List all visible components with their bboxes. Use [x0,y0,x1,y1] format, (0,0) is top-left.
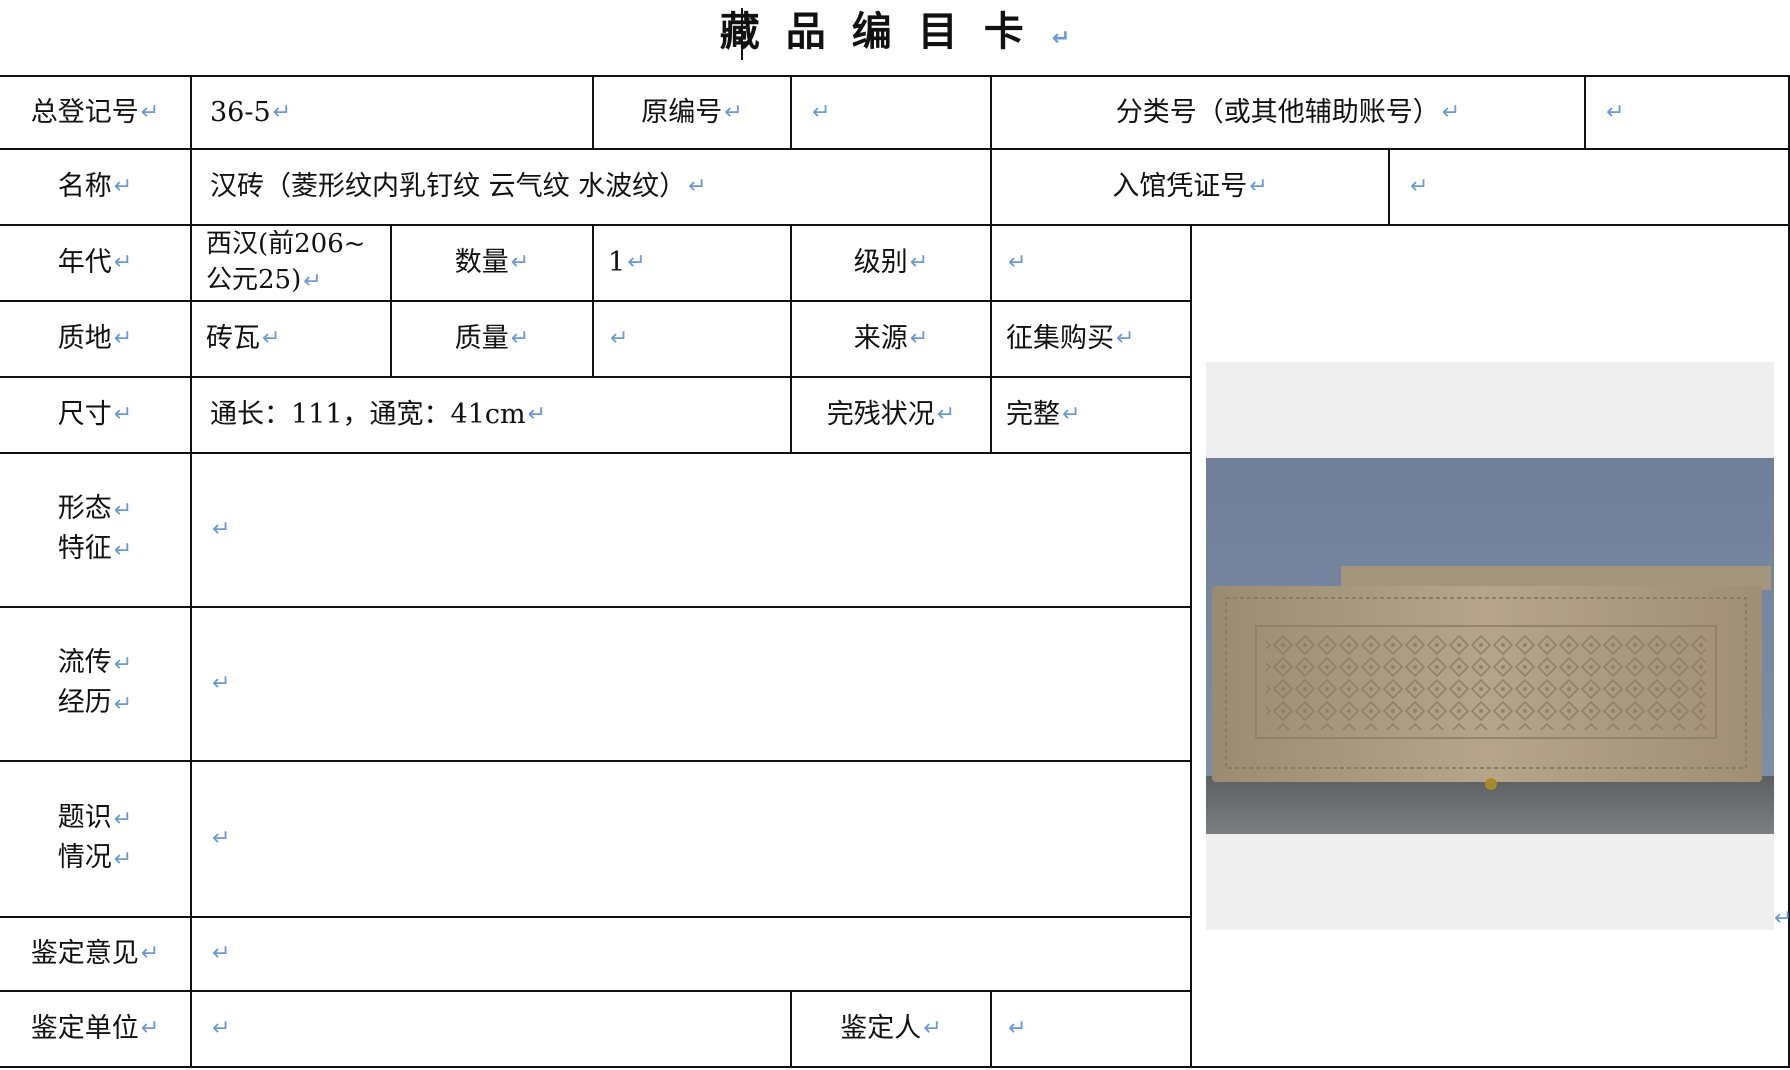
era-value-line1: 西汉(前206~ [206,229,366,259]
return-mark-icon: ↵ [1774,906,1790,931]
return-mark-icon: ↵ [113,807,133,832]
classification-label: 分类号（或其他辅助账号） ↵ [992,77,1584,148]
appraiser-value[interactable]: ↵ [992,992,1190,1066]
quantity-value[interactable]: 1 ↵ [594,226,790,300]
material-label: 质地 ↵ [0,302,190,376]
condition-label: 完残状况 ↵ [792,378,990,452]
return-mark-icon: ↵ [724,99,743,125]
return-mark-icon: ↵ [1062,402,1081,427]
return-mark-icon: ↵ [627,250,646,275]
return-mark-icon: ↵ [113,326,133,351]
return-mark-icon: ↵ [527,402,547,427]
return-mark-icon: ↵ [1008,250,1027,275]
return-mark-icon: ↵ [113,498,133,523]
return-mark-icon: ↵ [113,538,133,563]
weight-label: 质量 ↵ [392,302,592,376]
return-mark-icon: ↵ [909,250,929,275]
return-mark-icon: ↵ [923,1016,942,1041]
return-mark-icon: ↵ [909,326,929,351]
return-mark-icon: ↵ [212,1016,231,1041]
history-value[interactable]: ↵ [192,608,1190,760]
weight-value[interactable]: ↵ [594,302,790,376]
appraiser-label: 鉴定人 ↵ [792,992,990,1066]
classification-value[interactable]: ↵ [1586,77,1788,148]
photo-frame[interactable] [1206,362,1774,930]
inscription-label-line2: 情况↵ [57,842,133,873]
form-label-line2: 特征↵ [57,533,133,564]
form-label-line1: 形态↵ [57,493,133,524]
return-mark-icon: ↵ [212,941,231,966]
original-no-label: 原编号 ↵ [594,77,790,148]
return-mark-icon: ↵ [1606,99,1625,125]
return-mark-icon: ↵ [1410,174,1429,199]
voucher-label: 入馆凭证号 ↵ [992,150,1388,224]
return-mark-icon: ↵ [303,269,322,294]
return-mark-icon: ↵ [113,847,133,872]
unit-label: 鉴定单位 ↵ [0,992,190,1066]
return-mark-icon: ↵ [272,99,292,125]
form-value[interactable]: ↵ [192,454,1190,606]
era-value[interactable]: 西汉(前206~ 公元25)↵ [192,226,390,300]
voucher-value[interactable]: ↵ [1390,150,1788,224]
size-label: 尺寸 ↵ [0,378,190,452]
return-mark-icon: ↵ [212,517,231,542]
quantity-label: 数量 ↵ [392,226,592,300]
unit-value[interactable]: ↵ [192,992,790,1066]
size-value[interactable]: 通长：111，通宽：41cm ↵ [192,378,790,452]
registration-label: 总登记号 ↵ [0,77,190,148]
era-value-line2: 公元25)↵ [206,265,322,295]
return-mark-icon: ↵ [936,402,956,427]
source-value[interactable]: 征集购买 ↵ [992,302,1190,376]
original-no-value[interactable]: ↵ [792,77,990,148]
history-label-line1: 流传↵ [57,647,133,678]
era-label: 年代 ↵ [0,226,190,300]
return-mark-icon: ↵ [1008,1016,1027,1041]
return-mark-icon: ↵ [212,671,231,696]
return-mark-icon: ↵ [113,250,133,275]
brick-photo-image [1206,458,1774,834]
history-label-line2: 经历↵ [57,687,133,718]
table-line [0,1066,1790,1068]
source-label: 来源 ↵ [792,302,990,376]
inscription-label-line1: 题识↵ [57,802,133,833]
return-mark-icon: ↵ [510,250,530,275]
return-mark-icon: ↵ [113,692,133,717]
return-mark-icon: ↵ [510,326,530,351]
return-mark-icon: ↵ [812,99,831,125]
return-mark-icon: ↵ [113,402,133,427]
return-mark-icon: ↵ [212,826,231,851]
grade-value[interactable]: ↵ [992,226,1190,300]
inscription-value[interactable]: ↵ [192,762,1190,916]
history-label: 流传↵ 经历↵ [0,608,190,760]
return-mark-icon: ↵ [140,941,160,966]
return-mark-icon: ↵ [610,326,629,351]
table-line [1190,224,1192,1068]
return-mark-icon: ↵ [262,326,281,351]
inscription-label: 题识↵ 情况↵ [0,762,190,916]
condition-value[interactable]: 完整 ↵ [992,378,1190,452]
return-mark-icon: ↵ [140,1016,160,1041]
name-label: 名称 ↵ [0,150,190,224]
return-mark-icon: ↵ [113,174,133,199]
return-mark-icon: ↵ [1249,174,1268,199]
return-mark-icon: ↵ [113,652,133,677]
registration-value[interactable]: 36-5 ↵ [192,77,592,148]
form-label: 形态↵ 特征↵ [0,454,190,606]
return-mark-icon: ↵ [1441,99,1461,125]
han-brick-photo [1206,458,1774,834]
opinion-label: 鉴定意见 ↵ [0,918,190,990]
opinion-value[interactable]: ↵ [192,918,1190,990]
grade-label: 级别 ↵ [792,226,990,300]
name-value[interactable]: 汉砖（菱形纹内乳钉纹 云气纹 水波纹） ↵ [192,150,990,224]
return-mark-icon: ↵ [688,174,707,199]
return-mark-icon: ↵ [140,99,160,125]
material-value[interactable]: 砖瓦 ↵ [192,302,390,376]
return-mark-icon: ↵ [1116,326,1135,351]
